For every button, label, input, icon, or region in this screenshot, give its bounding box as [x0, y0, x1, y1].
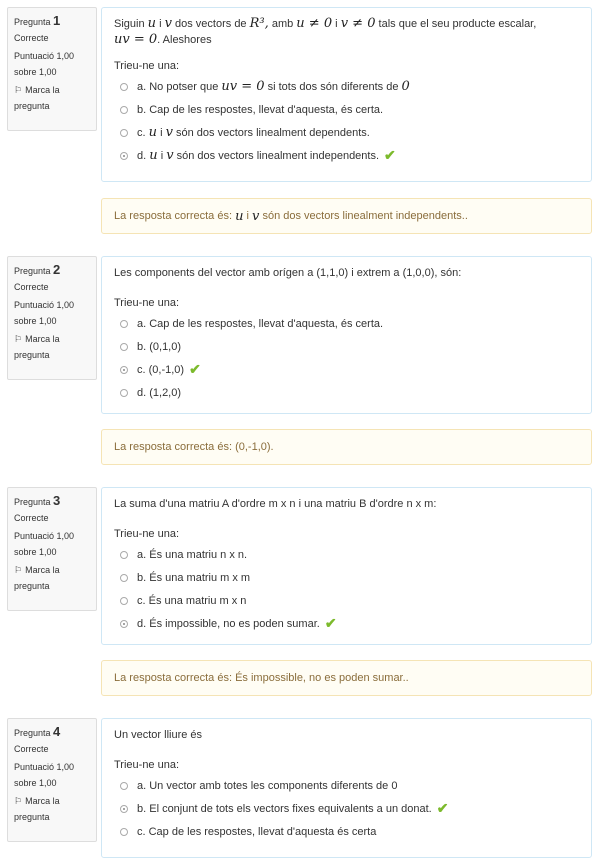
radio-button[interactable]: [120, 827, 128, 836]
question-text: La suma d'una matriu A d'ordre m x n i u…: [114, 498, 437, 510]
question-state: Correcte: [14, 33, 49, 43]
question-state: Correcte: [14, 744, 49, 754]
question-content: Siguin u i v dos vectors de R³, amb u ≠ …: [101, 7, 592, 182]
radio-button[interactable]: [120, 128, 128, 137]
option-label: d. u i v són dos vectors linealment inde…: [137, 148, 380, 163]
question-state: Correcte: [14, 513, 49, 523]
question-mark: Puntuació 1,00 sobre 1,00: [14, 531, 75, 557]
question-mark: Puntuació 1,00 sobre 1,00: [14, 300, 75, 326]
option-label: c. Cap de les respostes, llevat d'aquest…: [137, 825, 377, 838]
feedback-box: La resposta correcta és: (0,-1,0).: [101, 429, 592, 465]
answer-option-b[interactable]: b. És una matriu m x m: [114, 566, 579, 589]
option-label: a. Cap de les respostes, llevat d'aquest…: [137, 317, 384, 330]
flag-icon: ⚐: [14, 565, 23, 575]
question-content: La suma d'una matriu A d'ordre m x n i u…: [101, 487, 592, 645]
checkmark-icon: ✔: [436, 800, 449, 816]
option-label: b. (0,1,0): [137, 340, 182, 353]
radio-button-selected[interactable]: [120, 804, 128, 813]
option-label: a. Un vector amb totes les components di…: [137, 779, 398, 792]
answer-option-b[interactable]: b. Cap de les respostes, llevat d'aquest…: [114, 98, 579, 121]
flag-icon: ⚐: [14, 85, 23, 95]
answer-option-c[interactable]: c. (0,-1,0) ✔: [114, 358, 579, 381]
radio-button-selected[interactable]: [120, 365, 128, 374]
flag-icon: ⚐: [14, 796, 23, 806]
question-number: Pregunta 1: [14, 13, 61, 28]
question-mark: Puntuació 1,00 sobre 1,00: [14, 51, 75, 77]
answer-prompt: Trieu-ne una:: [114, 528, 180, 540]
answer-option-a[interactable]: a. És una matriu n x n.: [114, 543, 579, 566]
flag-question-link[interactable]: ⚐ Marca la pregunta: [14, 793, 90, 825]
radio-button[interactable]: [120, 550, 128, 559]
option-label: b. Cap de les respostes, llevat d'aquest…: [137, 103, 384, 116]
checkmark-icon: ✔: [384, 147, 396, 163]
answer-option-a[interactable]: a. Cap de les respostes, llevat d'aquest…: [114, 312, 579, 335]
radio-button-selected[interactable]: [120, 151, 128, 160]
flag-icon: ⚐: [14, 334, 23, 344]
answer-option-a[interactable]: a. Un vector amb totes les components di…: [114, 774, 579, 797]
radio-button[interactable]: [120, 781, 128, 790]
radio-button[interactable]: [120, 342, 128, 351]
answer-option-d[interactable]: d. u i v són dos vectors linealment inde…: [114, 144, 579, 167]
checkmark-icon: ✔: [324, 615, 337, 631]
question-number: Pregunta 3: [14, 493, 61, 508]
option-label: c. És una matriu m x n: [137, 594, 247, 607]
question-text: Siguin u i v dos vectors de R³, amb u ≠ …: [114, 16, 537, 47]
radio-button[interactable]: [120, 388, 128, 397]
answer-option-c[interactable]: c. u i v són dos vectors linealment depe…: [114, 121, 579, 144]
answer-option-d[interactable]: d. (1,2,0): [114, 381, 579, 404]
question-content: Les components del vector amb orígen a (…: [101, 256, 592, 414]
option-label: c. (0,-1,0): [137, 363, 185, 376]
option-label: c. u i v són dos vectors linealment depe…: [137, 125, 370, 140]
question-info: Pregunta 1 Correcte Puntuació 1,00 sobre …: [7, 7, 97, 131]
feedback-box: La resposta correcta és: u i v són dos v…: [101, 198, 592, 234]
answer-option-c[interactable]: c. És una matriu m x n: [114, 589, 579, 612]
radio-button-selected[interactable]: [120, 619, 128, 628]
answer-option-b[interactable]: b. El conjunt de tots els vectors fixes …: [114, 797, 579, 820]
answer-option-c[interactable]: c. Cap de les respostes, llevat d'aquest…: [114, 820, 579, 843]
option-label: d. (1,2,0): [137, 386, 182, 399]
question-info: Pregunta 2 Correcte Puntuació 1,00 sobre …: [7, 256, 97, 380]
radio-button[interactable]: [120, 596, 128, 605]
radio-button[interactable]: [120, 105, 128, 114]
question-info: Pregunta 3 Correcte Puntuació 1,00 sobre …: [7, 487, 97, 611]
question-number: Pregunta 2: [14, 262, 61, 277]
question-text: Un vector lliure és: [114, 729, 203, 741]
option-label: d. És impossible, no es poden sumar.: [137, 617, 320, 630]
answer-option-b[interactable]: b. (0,1,0): [114, 335, 579, 358]
answer-option-d[interactable]: d. És impossible, no es poden sumar. ✔: [114, 612, 579, 635]
question-mark: Puntuació 1,00 sobre 1,00: [14, 762, 75, 788]
answer-prompt: Trieu-ne una:: [114, 297, 180, 309]
flag-question-link[interactable]: ⚐ Marca la pregunta: [14, 562, 90, 594]
question-info: Pregunta 4 Correcte Puntuació 1,00 sobre …: [7, 718, 97, 842]
radio-button[interactable]: [120, 319, 128, 328]
checkmark-icon: ✔: [189, 361, 201, 377]
question-number: Pregunta 4: [14, 724, 61, 739]
question-content: Un vector lliure és Trieu-ne una: a. Un …: [101, 718, 592, 858]
radio-button[interactable]: [120, 82, 128, 91]
flag-question-link[interactable]: ⚐ Marca la pregunta: [14, 82, 90, 114]
option-label: a. No potser que uv = 0 si tots dos són …: [137, 79, 410, 94]
answer-option-a[interactable]: a. No potser que uv = 0 si tots dos són …: [114, 75, 579, 98]
question-text: Les components del vector amb orígen a (…: [114, 267, 462, 279]
option-label: b. És una matriu m x m: [137, 571, 251, 584]
answer-prompt: Trieu-ne una:: [114, 60, 180, 72]
flag-question-link[interactable]: ⚐ Marca la pregunta: [14, 331, 90, 363]
option-label: b. El conjunt de tots els vectors fixes …: [137, 802, 432, 815]
answer-prompt: Trieu-ne una:: [114, 759, 180, 771]
feedback-box: La resposta correcta és: És impossible, …: [101, 660, 592, 696]
question-state: Correcte: [14, 282, 49, 292]
option-label: a. És una matriu n x n.: [137, 548, 248, 561]
radio-button[interactable]: [120, 573, 128, 582]
